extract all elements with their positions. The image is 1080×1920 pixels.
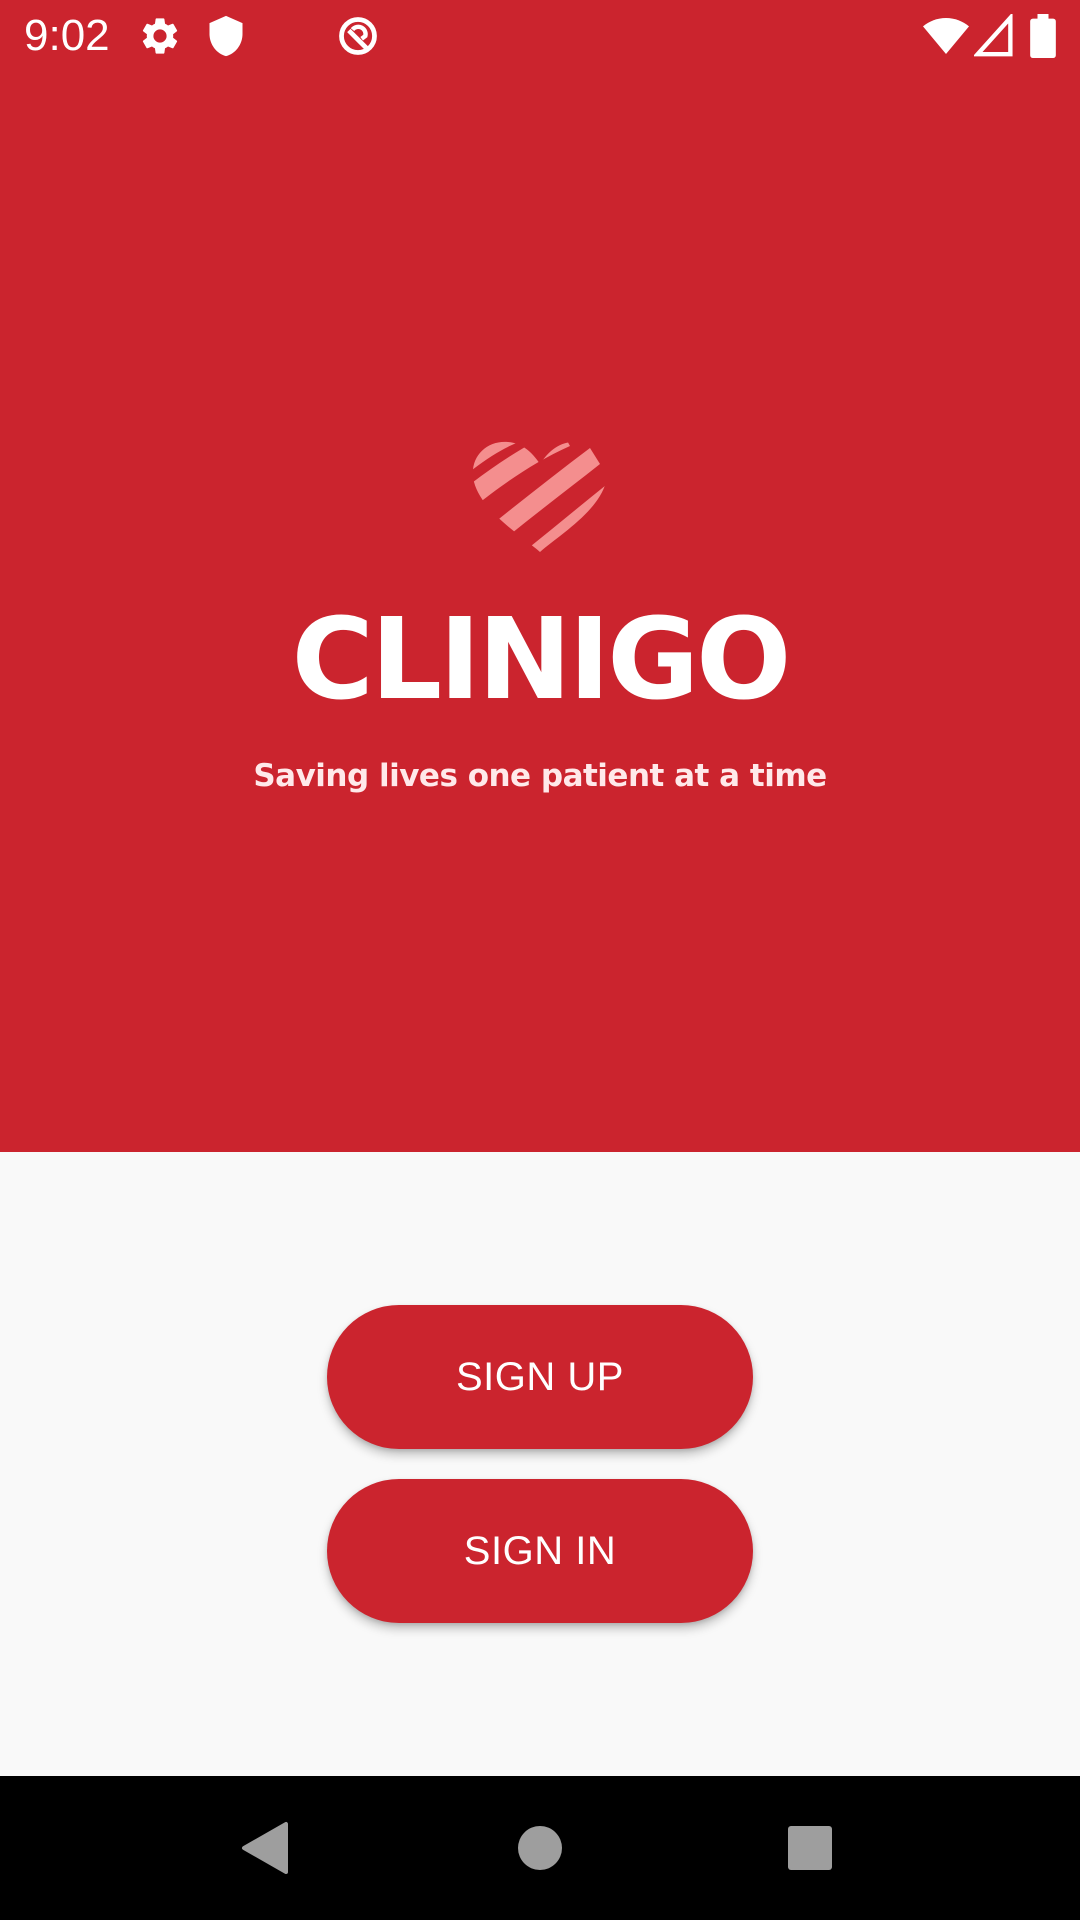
- recents-icon[interactable]: [738, 1776, 882, 1920]
- signal-icon: [974, 14, 1013, 57]
- hero-banner: 9:02 CLINIGO Saving lives one patient at…: [0, 0, 1080, 1152]
- status-bar: 9:02: [0, 0, 1080, 72]
- tagline: Saving lives one patient at a time: [253, 758, 827, 794]
- striped-heart-icon: [472, 441, 608, 552]
- no-location-icon: [339, 17, 377, 55]
- sign-in-button[interactable]: SIGN IN: [327, 1479, 753, 1623]
- app-name: CLINIGO: [291, 595, 792, 725]
- sign-up-button[interactable]: SIGN UP: [327, 1305, 753, 1449]
- back-icon[interactable]: [196, 1776, 340, 1920]
- shield-icon: [209, 15, 243, 57]
- status-time: 9:02: [24, 11, 110, 60]
- settings-icon: [142, 18, 178, 54]
- home-icon[interactable]: [468, 1776, 612, 1920]
- wifi-icon: [923, 18, 969, 54]
- navigation-bar: [0, 1776, 1080, 1920]
- welcome-screen: 9:02 CLINIGO Saving lives one patient at…: [0, 0, 1080, 1920]
- battery-icon: [1030, 14, 1056, 58]
